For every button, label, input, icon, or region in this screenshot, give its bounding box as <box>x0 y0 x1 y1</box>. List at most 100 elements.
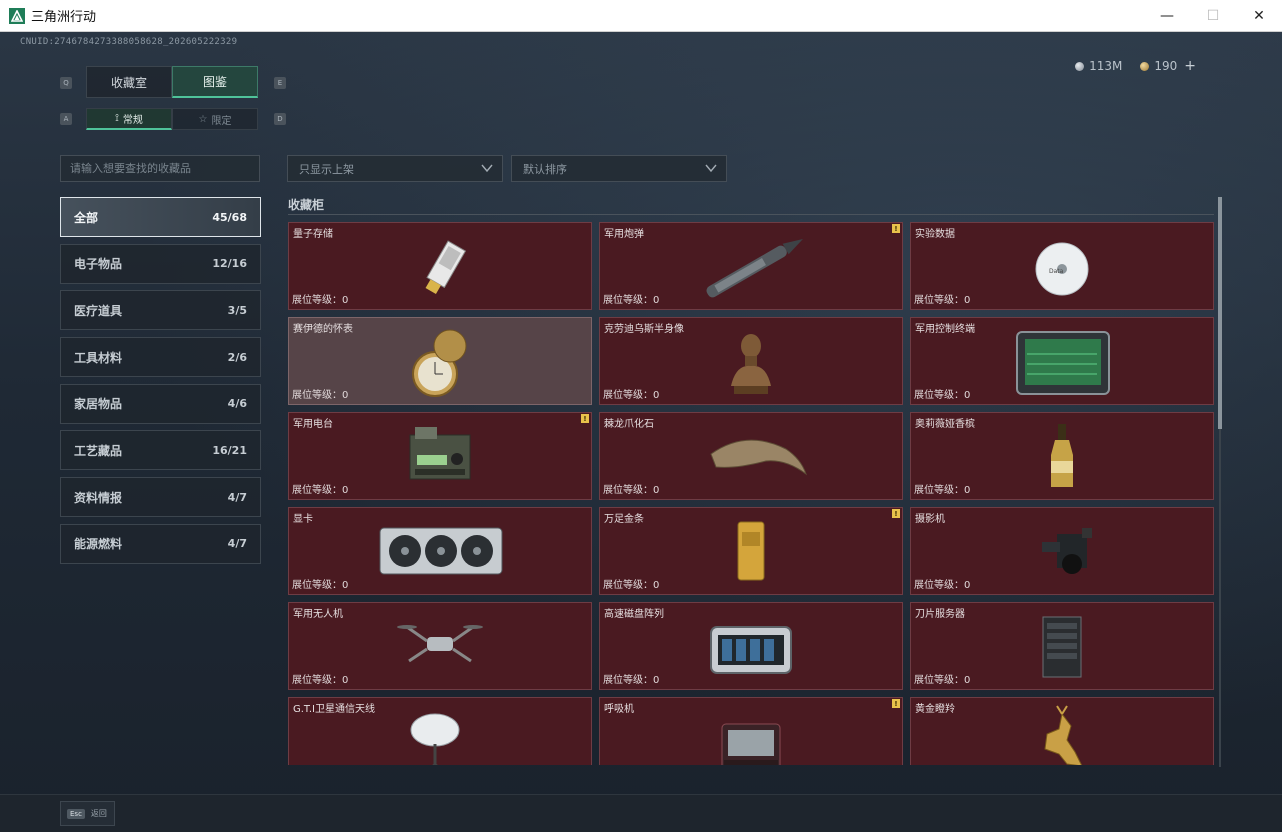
collection-card[interactable]: 实验数据 Data 展位等级：0 <box>910 222 1214 310</box>
alert-badge-icon: ! <box>892 509 900 518</box>
category-count: 2/6 <box>227 350 247 364</box>
collection-search-input[interactable] <box>60 155 260 182</box>
display-level: 展位等级：0 <box>603 390 660 401</box>
sort-value: 默认排序 <box>523 162 567 176</box>
collection-card[interactable]: 显卡 展位等级：0 <box>288 507 592 595</box>
maximize-button[interactable]: ☐ <box>1190 0 1236 32</box>
collection-card[interactable]: 克劳迪乌斯半身像 展位等级：0 <box>599 317 903 405</box>
usb-drive-icon <box>365 229 515 309</box>
bottom-bar: Esc 返回 <box>0 794 1282 832</box>
disc-icon: Data <box>987 229 1137 309</box>
collection-card[interactable]: 高速磁盘阵列 展位等级：0 <box>599 602 903 690</box>
section-divider <box>288 214 1214 215</box>
display-level: 展位等级：0 <box>914 295 971 306</box>
collection-card[interactable]: 奥莉薇娅香槟 展位等级：0 <box>910 412 1214 500</box>
back-button[interactable]: Esc 返回 <box>60 801 115 826</box>
category-label: 电子物品 <box>74 257 123 272</box>
display-level: 展位等级：0 <box>603 295 660 306</box>
category-crafts[interactable]: 工艺藏品 16/21 <box>60 430 261 471</box>
collection-card[interactable]: 军用炮弹 展位等级：0! <box>599 222 903 310</box>
chevron-down-icon <box>480 161 494 178</box>
key-hint-e: E <box>274 77 286 89</box>
collection-card[interactable]: 摄影机 展位等级：0 <box>910 507 1214 595</box>
item-name: 赛伊德的怀表 <box>293 324 353 335</box>
alert-badge-icon: ! <box>892 699 900 708</box>
shelf-filter-value: 只显示上架 <box>299 162 354 176</box>
collection-card[interactable]: 量子存储 展位等级：0 <box>288 222 592 310</box>
category-label: 家居物品 <box>74 397 123 412</box>
collection-card[interactable]: 万足金条 展位等级：0! <box>599 507 903 595</box>
display-level: 展位等级：0 <box>603 485 660 496</box>
category-label: 医疗道具 <box>74 303 123 318</box>
item-name: G.T.I卫星通信天线 <box>293 704 375 715</box>
silver-amount: 113M <box>1089 59 1123 73</box>
tab-codex[interactable]: 图鉴 <box>172 66 258 98</box>
collection-card[interactable]: 呼吸机展位等级：0! <box>599 697 903 765</box>
minimize-button[interactable]: — <box>1144 0 1190 32</box>
display-level: 展位等级：0 <box>292 485 349 496</box>
item-name: 黄金瞪羚 <box>915 704 955 715</box>
chevron-down-icon <box>704 161 718 178</box>
sort-dropdown[interactable]: 默认排序 <box>511 155 727 182</box>
category-all[interactable]: 全部 45/68 <box>60 197 261 237</box>
collection-card[interactable]: 棘龙爪化石 展位等级：0 <box>599 412 903 500</box>
collection-card[interactable]: 军用控制终端 展位等级：0 <box>910 317 1214 405</box>
window-title-bar: 三角洲行动 — ☐ ✕ <box>0 0 1282 32</box>
collection-card[interactable]: G.T.I卫星通信天线展位等级：0 <box>288 697 592 765</box>
camera-icon <box>987 514 1137 594</box>
item-name: 万足金条 <box>604 514 644 525</box>
shelf-filter-dropdown[interactable]: 只显示上架 <box>287 155 503 182</box>
collection-card[interactable]: 军用无人机 展位等级：0 <box>288 602 592 690</box>
item-name: 高速磁盘阵列 <box>604 609 664 620</box>
category-label: 资料情报 <box>74 490 123 505</box>
collection-card[interactable]: 赛伊德的怀表 展位等级：0 <box>288 317 592 405</box>
category-household[interactable]: 家居物品 4/6 <box>60 383 261 424</box>
collection-card[interactable]: 黄金瞪羚展位等级：0 <box>910 697 1214 765</box>
category-count: 12/16 <box>212 257 247 271</box>
section-title: 收藏柜 <box>288 198 325 212</box>
window-title: 三角洲行动 <box>31 10 97 25</box>
tag-icon: ⟟ <box>115 113 119 124</box>
collection-card[interactable]: 军用电台 展位等级：0! <box>288 412 592 500</box>
category-label: 能源燃料 <box>74 537 123 552</box>
sub-tabs: ⟟ 常规 ☆ 限定 <box>86 108 258 130</box>
alert-badge-icon: ! <box>892 224 900 233</box>
gold-amount: 190 <box>1154 59 1178 73</box>
item-name: 克劳迪乌斯半身像 <box>604 324 684 335</box>
item-name: 量子存储 <box>293 229 333 240</box>
subtab-limited[interactable]: ☆ 限定 <box>172 108 258 130</box>
category-medical[interactable]: 医疗道具 3/5 <box>60 290 261 331</box>
collection-card[interactable]: 刀片服务器 展位等级：0 <box>910 602 1214 690</box>
radio-icon <box>365 419 515 499</box>
category-label: 全部 <box>74 210 99 225</box>
scrollbar-thumb[interactable] <box>1218 197 1222 429</box>
main-tabs: 收藏室 图鉴 <box>86 66 258 98</box>
subtab-regular[interactable]: ⟟ 常规 <box>86 108 172 130</box>
category-intel[interactable]: 资料情报 4/7 <box>60 477 261 518</box>
back-label: 返回 <box>90 809 107 818</box>
champagne-icon <box>987 419 1137 499</box>
star-icon: ☆ <box>198 113 208 125</box>
add-currency-button[interactable]: + <box>1184 58 1196 74</box>
category-electronics[interactable]: 电子物品 12/16 <box>60 243 261 284</box>
display-level: 展位等级：0 <box>914 485 971 496</box>
category-count: 45/68 <box>212 210 247 224</box>
tab-collection-room[interactable]: 收藏室 <box>86 66 172 98</box>
display-level: 展位等级：0 <box>914 390 971 401</box>
disk-array-icon <box>676 609 826 689</box>
claw-fossil-icon <box>676 419 826 499</box>
gpu-icon <box>365 514 515 594</box>
pocket-watch-icon <box>365 324 515 404</box>
silver-coin-icon <box>1075 61 1085 71</box>
close-button[interactable]: ✕ <box>1236 0 1282 32</box>
subtab-regular-label: 常规 <box>122 115 143 126</box>
item-name: 军用无人机 <box>293 609 343 620</box>
category-energy[interactable]: 能源燃料 4/7 <box>60 523 261 564</box>
game-viewport: CNUID:2746784273388058628_202605222329 1… <box>0 32 1282 832</box>
category-label: 工具材料 <box>74 350 123 365</box>
gold-bar-icon <box>676 514 826 594</box>
item-name: 实验数据 <box>915 229 955 240</box>
category-tools[interactable]: 工具材料 2/6 <box>60 337 261 378</box>
gold-coin-icon <box>1140 61 1150 71</box>
display-level: 展位等级：0 <box>914 580 971 591</box>
